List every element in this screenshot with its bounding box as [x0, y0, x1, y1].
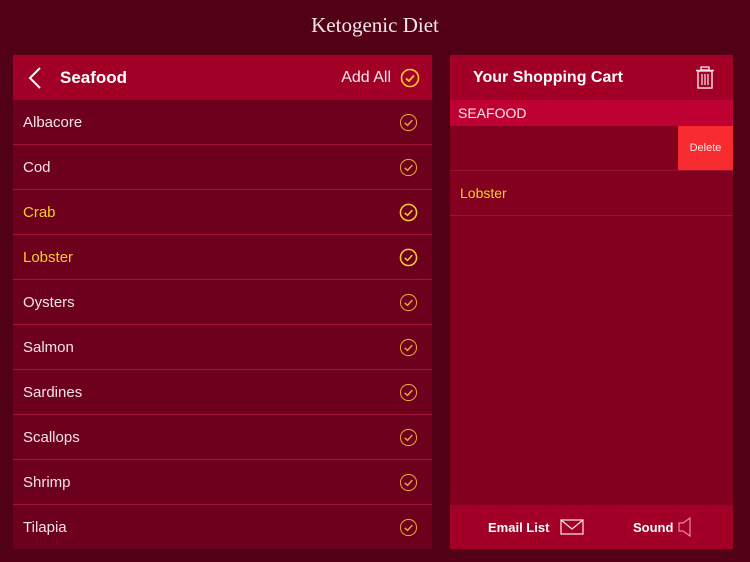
list-item[interactable]: Scallops	[13, 415, 432, 460]
cart-footer: Email List Sound	[450, 505, 733, 549]
check-circle-icon[interactable]	[399, 248, 418, 267]
item-label: Crab	[23, 204, 56, 221]
item-label: Oysters	[23, 294, 75, 311]
item-list: Albacore Cod Crab Lobster Oysters Salmon Sardi…	[13, 100, 432, 550]
add-all-label: Add All	[341, 68, 391, 86]
check-circle-icon[interactable]	[399, 158, 418, 177]
cart-header: Your Shopping Cart	[450, 55, 733, 100]
app-title: Ketogenic Diet	[311, 13, 439, 37]
list-item[interactable]: Albacore	[13, 100, 432, 145]
speaker-icon	[678, 517, 692, 537]
list-item[interactable]: Cod	[13, 145, 432, 190]
cart-panel: Your Shopping Cart SEAFOOD Delete Lobste…	[450, 55, 733, 549]
list-item[interactable]: Oysters	[13, 280, 432, 325]
item-label: Lobster	[23, 249, 74, 266]
item-label: Tilapia	[23, 519, 67, 536]
sound-button[interactable]: Sound	[633, 505, 692, 549]
check-circle-icon[interactable]	[399, 428, 418, 447]
cart-swiped-row[interactable]: Delete	[450, 126, 733, 171]
check-circle-icon[interactable]	[399, 473, 418, 492]
check-circle-icon[interactable]	[399, 518, 418, 537]
item-label: Cod	[23, 159, 51, 176]
check-circle-icon[interactable]	[399, 383, 418, 402]
chevron-left-icon[interactable]	[25, 65, 47, 91]
cart-item-label: Lobster	[460, 185, 507, 201]
category-title: Seafood	[60, 68, 128, 87]
list-item[interactable]: Crab	[13, 190, 432, 235]
cart-title: Your Shopping Cart	[473, 69, 623, 86]
list-item[interactable]: Tilapia	[13, 505, 432, 550]
check-circle-icon[interactable]	[399, 293, 418, 312]
item-label: Albacore	[23, 114, 83, 131]
item-label: Scallops	[23, 429, 80, 446]
check-circle-icon[interactable]	[399, 338, 418, 357]
cart-section-header: SEAFOOD	[450, 100, 733, 126]
envelope-icon	[560, 519, 585, 535]
email-list-button[interactable]: Email List	[488, 505, 585, 549]
sound-label: Sound	[633, 519, 674, 535]
item-label: Salmon	[23, 339, 74, 356]
list-item[interactable]: Shrimp	[13, 460, 432, 505]
email-list-label: Email List	[488, 519, 550, 535]
category-panel: Seafood Add All Albacore Cod Crab Lobster Oy…	[13, 55, 432, 549]
category-header: Seafood Add All	[13, 55, 432, 100]
add-all-button[interactable]: Add All	[341, 55, 420, 100]
check-circle-icon	[400, 68, 420, 87]
trash-icon[interactable]	[695, 66, 715, 89]
list-item[interactable]: Lobster	[13, 235, 432, 280]
item-label: Shrimp	[23, 474, 71, 491]
check-circle-icon[interactable]	[399, 113, 418, 132]
item-label: Sardines	[23, 384, 83, 401]
check-circle-icon[interactable]	[399, 203, 418, 222]
cart-item[interactable]: Lobster	[450, 171, 733, 216]
list-item[interactable]: Sardines	[13, 370, 432, 415]
delete-button[interactable]: Delete	[678, 126, 733, 170]
list-item[interactable]: Salmon	[13, 325, 432, 370]
